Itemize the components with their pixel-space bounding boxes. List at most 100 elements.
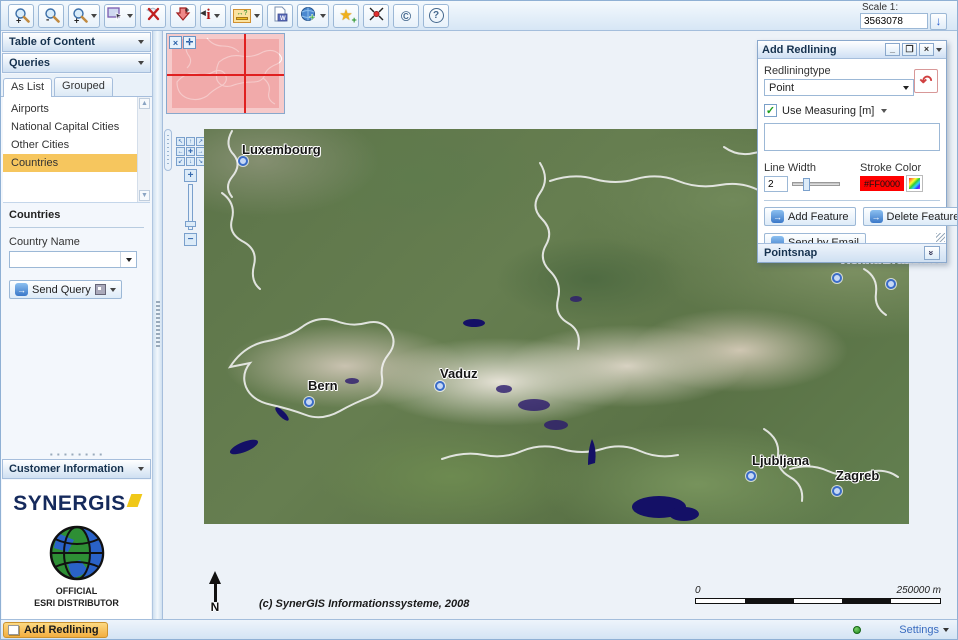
pan-south-button[interactable]: ↓ bbox=[186, 157, 195, 166]
minimize-button[interactable]: _ bbox=[885, 43, 900, 56]
tab-as-list[interactable]: As List bbox=[3, 78, 52, 97]
city-marker-bern[interactable] bbox=[304, 397, 314, 407]
scroll-up-icon[interactable]: ▲ bbox=[139, 98, 150, 109]
city-marker-vaduz[interactable] bbox=[435, 381, 445, 391]
clear-selection-button[interactable] bbox=[140, 4, 166, 28]
query-item-countries[interactable]: Countries bbox=[3, 154, 137, 172]
identify-dropdown-icon[interactable] bbox=[214, 14, 220, 18]
pan-southwest-button[interactable]: ↙ bbox=[176, 157, 185, 166]
scale-input[interactable] bbox=[860, 13, 928, 29]
scroll-down-icon[interactable]: ▼ bbox=[139, 190, 150, 201]
measuring-unit-dropdown-icon[interactable] bbox=[881, 109, 887, 113]
add-map-service-button[interactable]: + bbox=[297, 4, 329, 28]
undo-button[interactable]: ↶ bbox=[914, 69, 938, 93]
use-measuring-checkbox[interactable]: ✓ bbox=[764, 104, 777, 117]
pan-west-button[interactable]: ← bbox=[176, 147, 185, 156]
city-marker-zagreb[interactable] bbox=[832, 486, 842, 496]
sidebar-splitter[interactable] bbox=[153, 31, 163, 619]
dialog-menu-icon[interactable] bbox=[936, 48, 942, 52]
zoom-mode-button[interactable]: + bbox=[68, 4, 100, 28]
add-map-service-icon: + bbox=[300, 6, 317, 25]
zoom-slider-handle[interactable] bbox=[185, 221, 196, 227]
identify-button[interactable]: ◀i bbox=[200, 4, 226, 28]
pointsnap-expand-button[interactable]: » bbox=[924, 246, 940, 260]
panel-header-queries[interactable]: Queries bbox=[2, 53, 151, 73]
hotlink-button[interactable] bbox=[170, 4, 196, 28]
chevron-down-icon bbox=[138, 467, 144, 471]
copyright-button[interactable]: © bbox=[393, 4, 419, 28]
overview-map[interactable]: × ✛ bbox=[166, 33, 285, 114]
pointsnap-section-header[interactable]: Pointsnap » bbox=[758, 243, 946, 262]
pan-north-button[interactable]: ↑ bbox=[186, 137, 195, 146]
select-extent-button[interactable] bbox=[104, 4, 136, 28]
restore-button[interactable]: ❐ bbox=[902, 43, 917, 56]
panel-header-customer-information[interactable]: Customer Information bbox=[2, 459, 151, 479]
tab-grouped[interactable]: Grouped bbox=[54, 77, 113, 96]
chevron-down-icon bbox=[126, 258, 132, 262]
zoom-slider[interactable] bbox=[188, 184, 193, 230]
zoom-mode-dropdown-icon[interactable] bbox=[91, 14, 97, 18]
map-copyright: (c) SynerGIS Informationssysteme, 2008 bbox=[259, 598, 469, 610]
measuring-value-field[interactable] bbox=[764, 123, 940, 151]
stroke-color-swatch[interactable]: #FF0000 bbox=[860, 176, 904, 191]
city-marker-luxembourg[interactable] bbox=[238, 156, 248, 166]
panel-header-table-of-content[interactable]: Table of Content bbox=[2, 32, 151, 52]
query-list: Airports National Capital Cities Other C… bbox=[3, 97, 150, 203]
zoom-out-pad-button[interactable]: − bbox=[184, 233, 197, 246]
query-list-scrollbar[interactable]: ▲ ▼ bbox=[137, 97, 150, 202]
zoom-in-button[interactable]: + bbox=[8, 4, 34, 28]
select-extent-dropdown-icon[interactable] bbox=[127, 14, 133, 18]
go-arrow-icon: → bbox=[15, 283, 28, 296]
line-width-slider-handle[interactable] bbox=[803, 178, 810, 191]
measure-icon: ↔? bbox=[233, 9, 251, 23]
customer-information-panel: ▪ ▪ ▪ ▪ ▪ ▪ ▪ ▪ Customer Information SYN… bbox=[1, 446, 152, 619]
task-button-add-redlining[interactable]: Add Redlining bbox=[3, 622, 108, 638]
city-marker-vienna[interactable] bbox=[832, 273, 842, 283]
add-map-service-dropdown-icon[interactable] bbox=[320, 14, 326, 18]
combobox-dropdown-button[interactable] bbox=[120, 252, 136, 267]
color-picker-icon[interactable] bbox=[907, 176, 922, 191]
help-button[interactable]: ? bbox=[423, 4, 449, 28]
dialog-resize-handle[interactable] bbox=[936, 233, 945, 242]
measure-dropdown-icon[interactable] bbox=[254, 14, 260, 18]
city-marker-bratislava[interactable] bbox=[886, 279, 896, 289]
move-icon: ✛ bbox=[186, 37, 194, 48]
check-icon: ✓ bbox=[766, 104, 775, 117]
center-map-button[interactable] bbox=[363, 4, 389, 28]
chevron-down-icon bbox=[903, 86, 909, 90]
settings-menu[interactable]: Settings bbox=[899, 624, 949, 636]
clear-selection-icon bbox=[145, 6, 162, 25]
add-feature-button[interactable]: → Add Feature bbox=[764, 207, 856, 226]
query-item-other-cities[interactable]: Other Cities bbox=[3, 136, 137, 154]
zoom-out-button[interactable]: - bbox=[38, 4, 64, 28]
overview-close-button[interactable]: × bbox=[169, 36, 182, 49]
city-label-vaduz: Vaduz bbox=[440, 366, 478, 381]
query-item-national-capital-cities[interactable]: National Capital Cities bbox=[3, 118, 137, 136]
sidebar-collapse-handle[interactable] bbox=[164, 129, 172, 171]
city-label-bern: Bern bbox=[308, 378, 338, 393]
city-marker-ljubljana[interactable] bbox=[746, 471, 756, 481]
panel-splitter-handle[interactable]: ▪ ▪ ▪ ▪ ▪ ▪ ▪ ▪ bbox=[1, 450, 152, 458]
use-measuring-row: ✓ Use Measuring [m] bbox=[764, 104, 940, 117]
export-document-button[interactable]: W bbox=[267, 4, 293, 28]
scale-apply-button[interactable]: ↓ bbox=[930, 13, 947, 30]
pan-northwest-button[interactable]: ↖ bbox=[176, 137, 185, 146]
chevron-down-icon[interactable] bbox=[110, 288, 116, 292]
minimize-icon: _ bbox=[890, 45, 895, 54]
redliningtype-select[interactable]: Point bbox=[764, 79, 914, 96]
dialog-titlebar[interactable]: Add Redlining _ ❐ × bbox=[758, 41, 946, 59]
zoom-in-pad-button[interactable]: + bbox=[184, 169, 197, 182]
delete-feature-button[interactable]: → Delete Feature bbox=[863, 207, 958, 226]
add-favorite-button[interactable]: ★+ bbox=[333, 4, 359, 28]
query-item-airports[interactable]: Airports bbox=[3, 100, 137, 118]
line-width-slider[interactable] bbox=[792, 182, 840, 186]
send-query-button[interactable]: → Send Query bbox=[9, 280, 122, 299]
measure-button[interactable]: ↔? bbox=[230, 4, 263, 28]
application-window: + - + ◀i ↔? W + bbox=[0, 0, 958, 640]
country-name-combobox[interactable] bbox=[9, 251, 137, 268]
chevron-down-icon bbox=[943, 628, 949, 632]
overview-pan-button[interactable]: ✛ bbox=[183, 36, 196, 49]
line-width-input[interactable] bbox=[764, 176, 788, 192]
close-button[interactable]: × bbox=[919, 43, 934, 56]
pan-center-button[interactable]: ✚ bbox=[186, 147, 195, 156]
